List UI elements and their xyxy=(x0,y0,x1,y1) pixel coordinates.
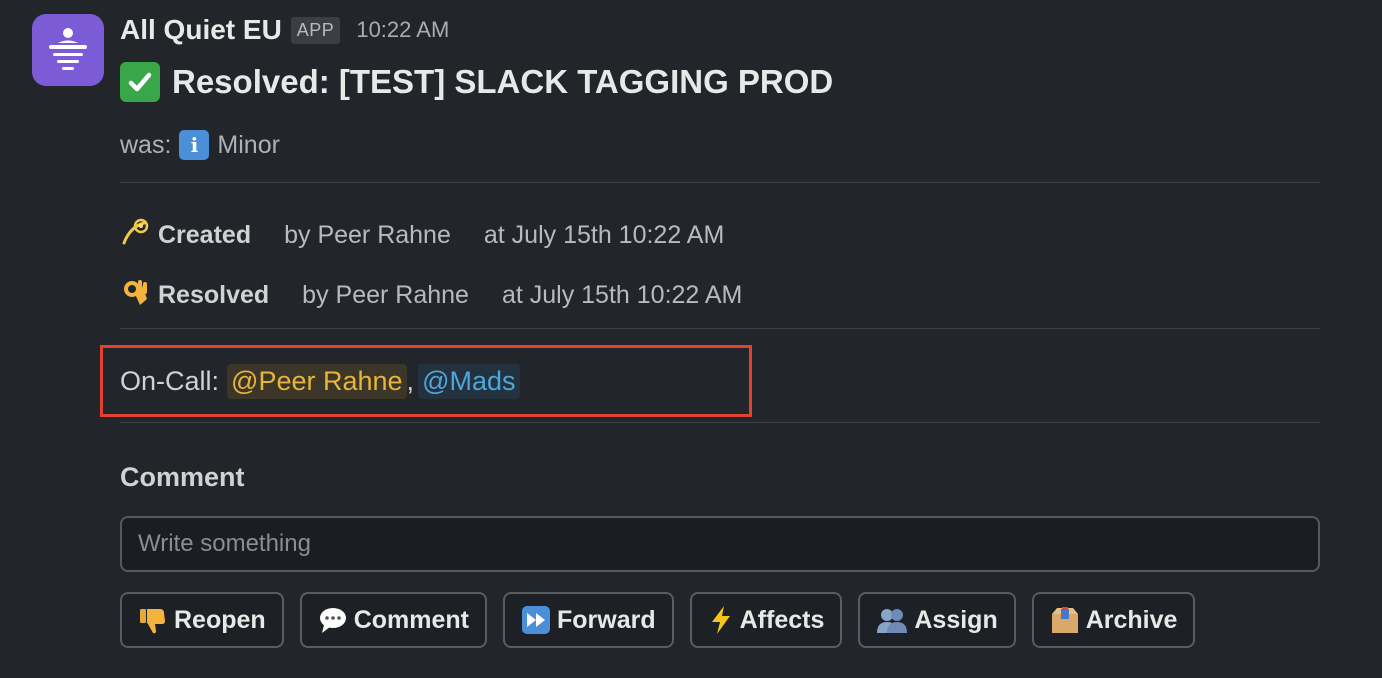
oncall-row: On-Call: @Peer Rahne , @Mads xyxy=(120,364,520,399)
event-at: at July 15th 10:22 AM xyxy=(483,221,725,249)
forward-button[interactable]: Forward xyxy=(502,592,674,648)
assign-label: Assign xyxy=(914,605,998,634)
affects-label: Affects xyxy=(739,605,825,634)
previous-severity: was: i Minor xyxy=(120,130,280,160)
event-row-resolved: Resolved by Peer Rahne at July 15th 10:2… xyxy=(120,277,742,314)
oncall-label: On-Call: xyxy=(120,366,220,396)
app-avatar[interactable] xyxy=(32,14,104,86)
event-label: Created xyxy=(158,221,252,249)
incident-title-text: Resolved: [TEST] SLACK TAGGING PROD xyxy=(172,63,834,100)
event-at: at July 15th 10:22 AM xyxy=(501,281,743,309)
speech-bubble-icon xyxy=(318,605,348,635)
was-label: was: xyxy=(120,130,172,159)
archive-label: Archive xyxy=(1085,605,1178,634)
fast-forward-icon xyxy=(521,605,551,635)
incident-title: Resolved: [TEST] SLACK TAGGING PROD xyxy=(120,62,833,102)
comment-label: Comment xyxy=(353,605,469,634)
comment-heading: Comment xyxy=(120,462,245,492)
was-severity: Minor xyxy=(217,130,280,159)
app-name[interactable]: All Quiet EU xyxy=(120,14,282,46)
comment-button[interactable]: Comment xyxy=(299,592,487,648)
divider xyxy=(120,182,1320,183)
mention-peer-rahne[interactable]: @Peer Rahne xyxy=(227,364,407,399)
archive-button[interactable]: Archive xyxy=(1031,592,1196,648)
info-icon: i xyxy=(179,130,210,160)
mention-mads[interactable]: @Mads xyxy=(418,364,520,399)
dizzy-icon xyxy=(120,217,152,254)
all-quiet-logo-icon xyxy=(49,28,87,70)
reopen-button[interactable]: Reopen xyxy=(120,592,284,648)
assign-button[interactable]: Assign xyxy=(858,592,1016,648)
message-timestamp[interactable]: 10:22 AM xyxy=(356,17,449,43)
event-label: Resolved xyxy=(158,281,270,309)
forward-label: Forward xyxy=(556,605,656,634)
event-by: by Peer Rahne xyxy=(302,281,469,309)
people-icon xyxy=(876,605,908,635)
mention-separator: , xyxy=(406,366,415,396)
ok-hand-icon xyxy=(120,277,152,314)
event-by: by Peer Rahne xyxy=(284,221,451,249)
affects-button[interactable]: Affects xyxy=(689,592,843,648)
divider xyxy=(120,422,1320,423)
event-row-created: Created by Peer Rahne at July 15th 10:22… xyxy=(120,217,724,254)
box-icon xyxy=(1050,605,1080,635)
lightning-icon xyxy=(708,605,734,635)
app-badge: APP xyxy=(290,16,341,44)
comment-input[interactable] xyxy=(120,516,1320,572)
check-mark-icon xyxy=(120,62,160,102)
divider xyxy=(120,328,1320,329)
message-header: All Quiet EU APP 10:22 AM xyxy=(120,12,449,48)
action-buttons: Reopen Comment Forward Affects Assign Ar… xyxy=(120,592,1196,648)
reopen-label: Reopen xyxy=(174,605,266,634)
thumbs-down-icon xyxy=(138,605,168,635)
